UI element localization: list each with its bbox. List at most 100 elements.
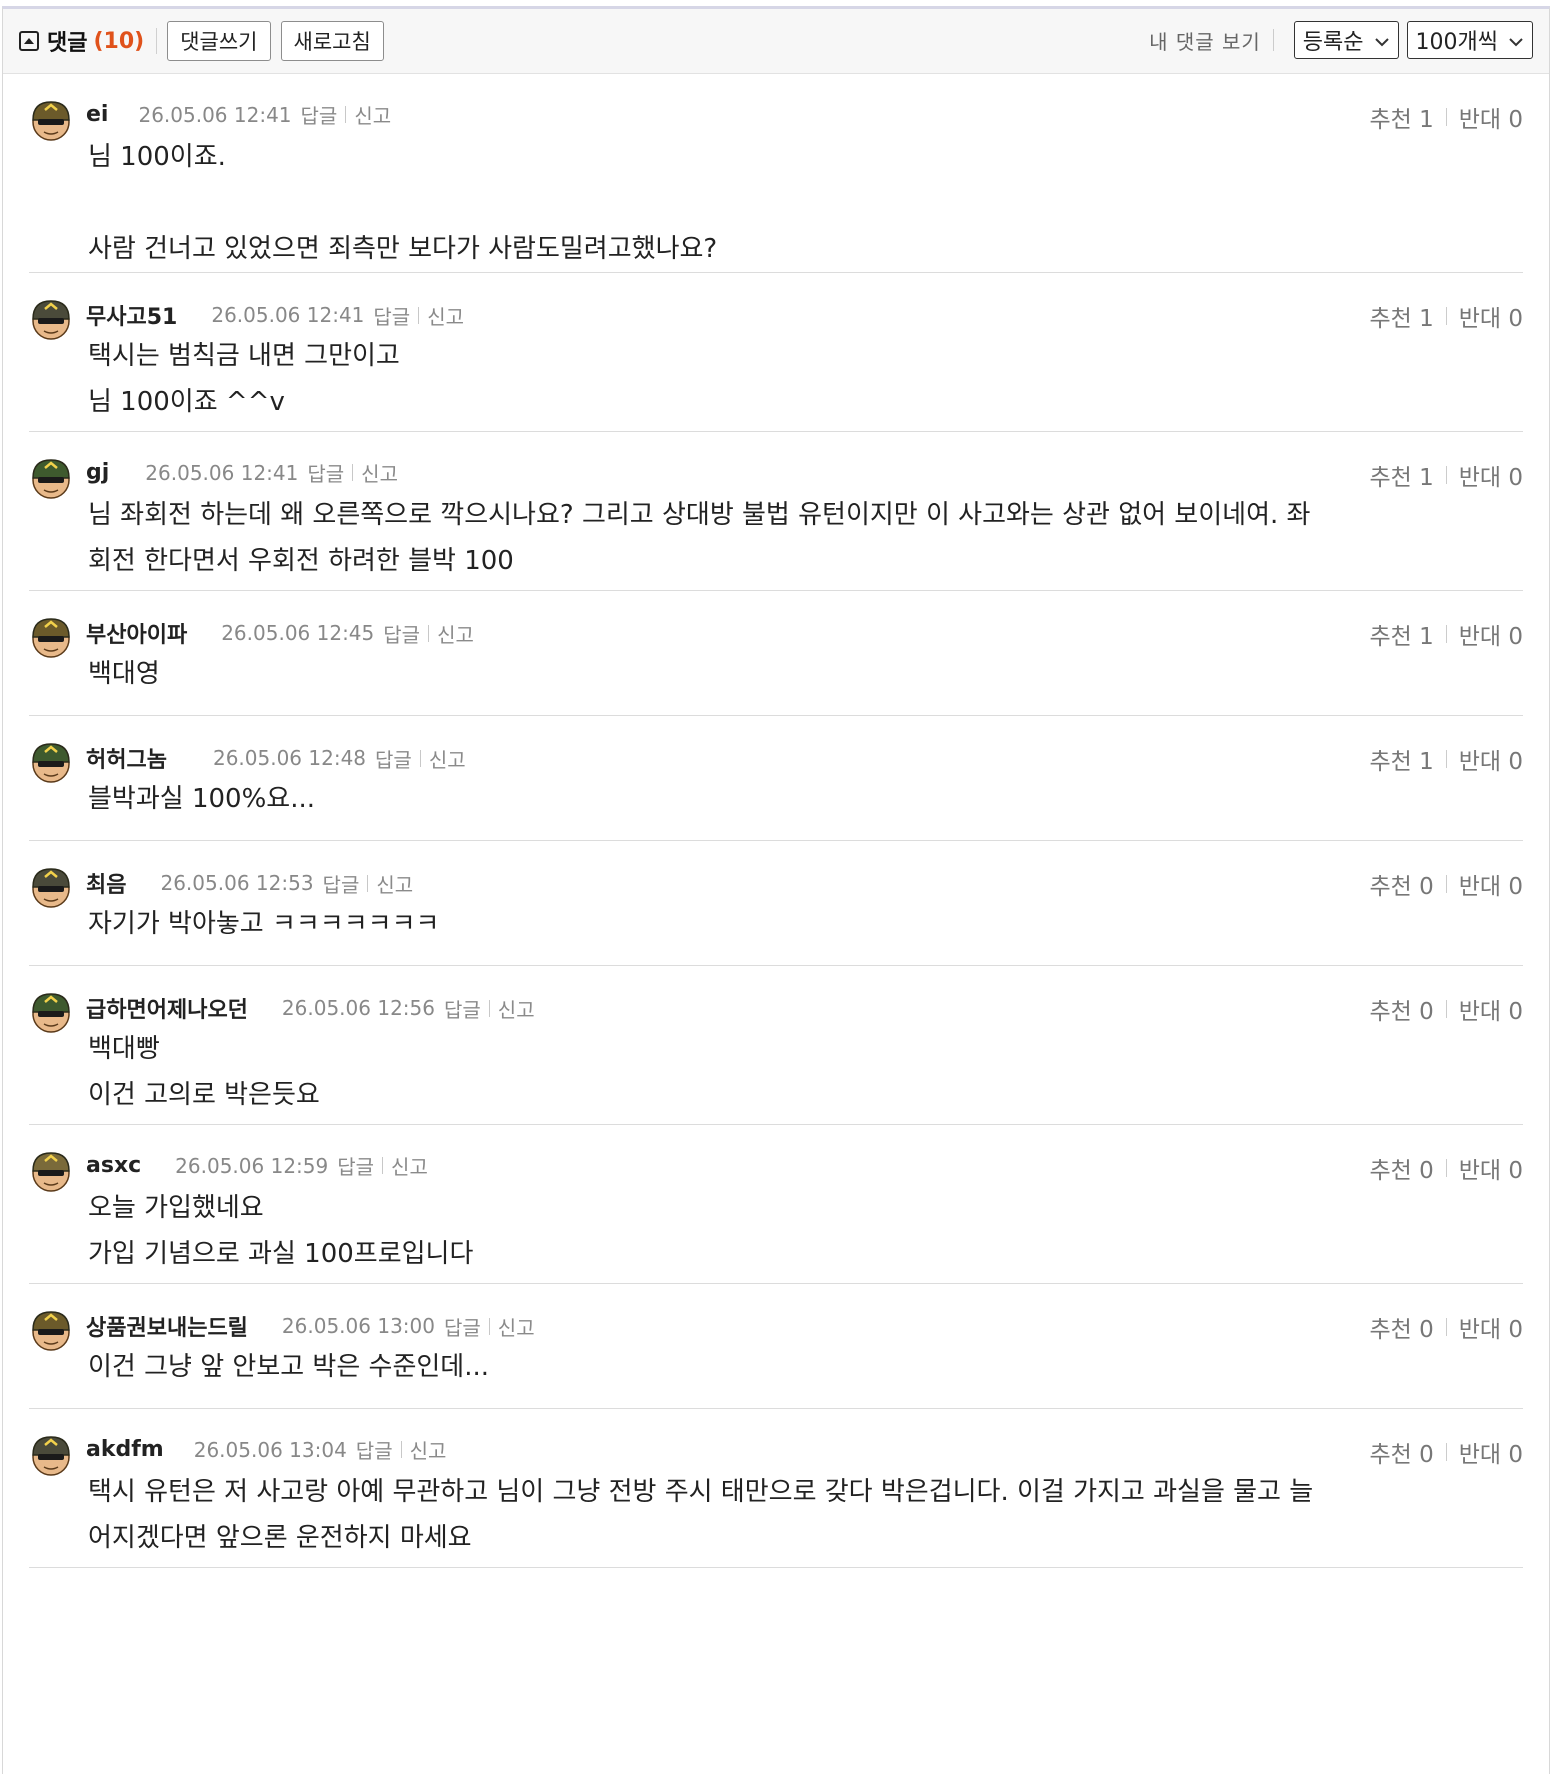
header-divider [1272, 29, 1274, 51]
comment-body: 자기가 박아놓고 ㅋㅋㅋㅋㅋㅋㅋ [88, 901, 1468, 947]
comment-line: 사람 건너고 있었으면 죄측만 보다가 사람도밀려고했나요? [88, 234, 718, 264]
downvote-button[interactable]: 반대 0 [1459, 742, 1523, 776]
upvote-button[interactable]: 추천 0 [1369, 992, 1433, 1026]
report-link[interactable]: 신고 [498, 994, 535, 1023]
vote-area: 추천 0 반대 0 [1369, 1151, 1523, 1185]
meta-divider [382, 1157, 384, 1174]
reply-link[interactable]: 답글 [337, 1151, 374, 1180]
downvote-button[interactable]: 반대 0 [1459, 100, 1523, 134]
reply-link[interactable]: 답글 [301, 100, 338, 129]
comment-meta: akdfm 26.05.06 13:04 답글 신고 [86, 1435, 446, 1464]
comment-item: 허허그놈 26.05.06 12:48 답글 신고 추천 1 반대 0 블박과실… [29, 716, 1523, 841]
comment-meta: 부산아이파 26.05.06 12:45 답글 신고 [86, 617, 474, 649]
write-comment-button[interactable]: 댓글쓰기 [167, 21, 271, 61]
comment-line: 가입 기념으로 과실 100프로입니다 [88, 1239, 474, 1269]
upvote-button[interactable]: 추천 0 [1369, 1151, 1433, 1185]
report-link[interactable]: 신고 [354, 100, 391, 129]
avatar-icon[interactable] [29, 1308, 73, 1352]
report-link[interactable]: 신고 [429, 744, 466, 773]
downvote-button[interactable]: 반대 0 [1459, 867, 1523, 901]
vote-area: 추천 0 반대 0 [1369, 992, 1523, 1026]
report-link[interactable]: 신고 [498, 1312, 535, 1341]
comment-item: 무사고51 26.05.06 12:41 답글 신고 추천 1 반대 0 택시는… [29, 273, 1523, 432]
avatar-icon[interactable] [29, 990, 73, 1034]
downvote-button[interactable]: 반대 0 [1459, 1435, 1523, 1469]
comment-line: 회전 한다면서 우회전 하려한 블박 100 [88, 546, 514, 576]
comment-body: 님 100이죠. 사람 건너고 있었으면 죄측만 보다가 사람도밀려고했나요? [88, 134, 1468, 272]
vote-divider [1445, 108, 1447, 126]
comment-line: 택시 유턴은 저 사고랑 아예 무관하고 님이 그냥 전방 주시 태만으로 갖다… [88, 1477, 1314, 1507]
comment-author[interactable]: ei [86, 102, 108, 127]
reply-link[interactable]: 답글 [383, 619, 420, 648]
comment-meta: 상품권보내는드릴 26.05.06 13:00 답글 신고 [86, 1310, 535, 1342]
upvote-button[interactable]: 추천 0 [1369, 867, 1433, 901]
downvote-button[interactable]: 반대 0 [1459, 299, 1523, 333]
comment-body: 택시 유턴은 저 사고랑 아예 무관하고 님이 그냥 전방 주시 태만으로 갖다… [88, 1469, 1468, 1561]
avatar-icon[interactable] [29, 865, 73, 909]
report-link[interactable]: 신고 [376, 869, 413, 898]
vote-divider [1445, 750, 1447, 768]
comment-author[interactable]: asxc [86, 1153, 141, 1178]
avatar-icon[interactable] [29, 740, 73, 784]
comment-author[interactable]: gj [86, 460, 109, 485]
upvote-button[interactable]: 추천 1 [1369, 742, 1433, 776]
downvote-button[interactable]: 반대 0 [1459, 1310, 1523, 1344]
comment-section: 댓글 (10) 댓글쓰기 새로고침 내 댓글 보기 등록순 100개씩 ei 2… [2, 6, 1550, 1774]
comment-date: 26.05.06 12:59 [175, 1153, 329, 1178]
refresh-button[interactable]: 새로고침 [280, 21, 384, 61]
header-controls: 내 댓글 보기 등록순 100개씩 [1149, 21, 1533, 59]
downvote-button[interactable]: 반대 0 [1459, 1151, 1523, 1185]
upvote-button[interactable]: 추천 1 [1369, 617, 1433, 651]
comment-author[interactable]: 상품권보내는드릴 [86, 1310, 248, 1342]
meta-divider [488, 999, 490, 1017]
reply-link[interactable]: 답글 [307, 458, 344, 487]
comment-item: gj 26.05.06 12:41 답글 신고 추천 1 반대 0 님 좌회전 … [29, 432, 1523, 591]
per-page-value: 100개씩 [1415, 30, 1498, 55]
reply-link[interactable]: 답글 [444, 994, 481, 1023]
comment-line: 님 좌회전 하는데 왜 오른쪽으로 깍으시나요? 그리고 상대방 불법 유턴이지… [88, 500, 1311, 530]
upvote-button[interactable]: 추천 1 [1369, 100, 1433, 134]
reply-link[interactable]: 답글 [444, 1312, 481, 1341]
comment-author[interactable]: 허허그놈 [86, 742, 167, 774]
upvote-button[interactable]: 추천 1 [1369, 458, 1433, 492]
report-link[interactable]: 신고 [361, 458, 398, 487]
report-link[interactable]: 신고 [391, 1151, 428, 1180]
comment-author[interactable]: 최음 [86, 867, 126, 899]
avatar-icon[interactable] [29, 98, 73, 142]
reply-link[interactable]: 답글 [356, 1435, 393, 1464]
vote-divider [1445, 1159, 1447, 1177]
my-comments-link[interactable]: 내 댓글 보기 [1149, 26, 1261, 55]
upvote-button[interactable]: 추천 1 [1369, 299, 1433, 333]
comment-line: 오늘 가입했네요 [88, 1193, 264, 1223]
downvote-button[interactable]: 반대 0 [1459, 458, 1523, 492]
downvote-button[interactable]: 반대 0 [1459, 617, 1523, 651]
comment-author[interactable]: 급하면어제나오던 [86, 992, 248, 1024]
comment-line: 어지겠다면 앞으론 운전하지 마세요 [88, 1523, 472, 1553]
vote-divider [1445, 307, 1447, 325]
sort-order-select[interactable]: 등록순 [1293, 21, 1399, 59]
avatar-icon[interactable] [29, 297, 73, 341]
comment-author[interactable]: 무사고51 [86, 299, 177, 331]
upvote-button[interactable]: 추천 0 [1369, 1435, 1433, 1469]
report-link[interactable]: 신고 [410, 1435, 447, 1464]
header-divider [156, 28, 158, 54]
per-page-select[interactable]: 100개씩 [1406, 21, 1533, 59]
comment-meta: 무사고51 26.05.06 12:41 답글 신고 [86, 299, 464, 331]
vote-area: 추천 0 반대 0 [1369, 867, 1523, 901]
avatar-icon[interactable] [29, 1433, 73, 1477]
downvote-button[interactable]: 반대 0 [1459, 992, 1523, 1026]
comment-author[interactable]: 부산아이파 [86, 617, 187, 649]
upvote-button[interactable]: 추천 0 [1369, 1310, 1433, 1344]
comment-author[interactable]: akdfm [86, 1437, 164, 1462]
report-link[interactable]: 신고 [437, 619, 474, 648]
avatar-icon[interactable] [29, 615, 73, 659]
vote-divider [1445, 625, 1447, 643]
comment-line: 이건 고의로 박은듯요 [88, 1080, 320, 1110]
report-link[interactable]: 신고 [427, 301, 464, 330]
reply-link[interactable]: 답글 [375, 744, 412, 773]
avatar-icon[interactable] [29, 1149, 73, 1193]
avatar-icon[interactable] [29, 456, 73, 500]
reply-link[interactable]: 답글 [323, 869, 360, 898]
collapse-toggle-icon[interactable] [19, 31, 39, 51]
reply-link[interactable]: 답글 [373, 301, 410, 330]
